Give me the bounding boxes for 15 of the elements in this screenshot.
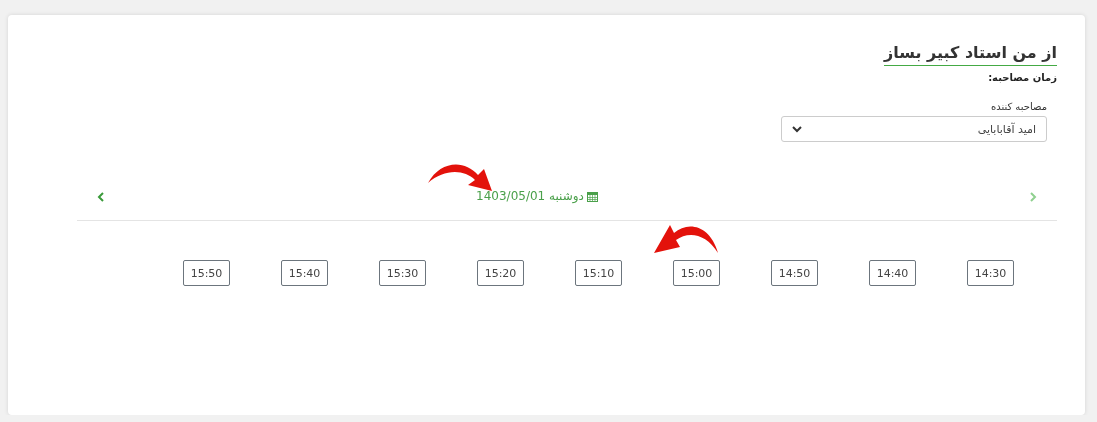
page-title: از من استاد کبیر بساز (883, 43, 1057, 66)
time-slot-button[interactable]: 15:00 (673, 260, 720, 286)
field-label: مصاحبه کننده (989, 101, 1047, 112)
time-slot-button[interactable]: 15:30 (379, 260, 426, 286)
time-slot-button[interactable]: 14:50 (771, 260, 818, 286)
chevron-down-icon (792, 125, 802, 133)
time-slot-button[interactable]: 15:50 (183, 260, 230, 286)
time-slot-button[interactable]: 14:40 (869, 260, 916, 286)
time-slot-button[interactable]: 15:40 (281, 260, 328, 286)
calendar-icon (586, 190, 598, 202)
time-slot-button[interactable]: 15:20 (477, 260, 524, 286)
time-slot-button[interactable]: 15:10 (575, 260, 622, 286)
section-label: زمان مصاحبه: (987, 72, 1057, 83)
time-slot-button[interactable]: 14:30 (967, 260, 1014, 286)
interviewer-select[interactable]: امید آقابابایی (781, 116, 1047, 142)
